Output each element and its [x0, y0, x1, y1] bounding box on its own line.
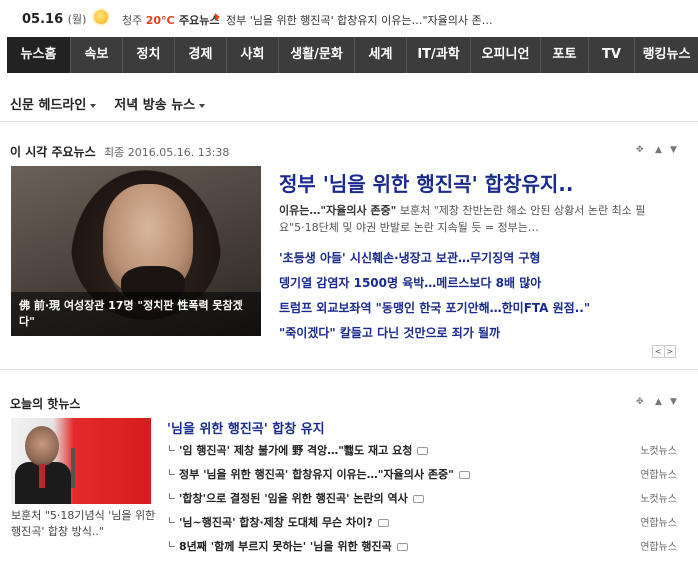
paper-headline-label: 신문 헤드라인: [10, 98, 87, 113]
ticker-arrow-icon: [215, 13, 220, 21]
camera-icon: [377, 519, 389, 527]
section-title-hot-news: 오늘의 핫뉴스: [10, 397, 81, 411]
bullet-icon: [169, 493, 175, 499]
nav-life-culture[interactable]: 생활/문화: [279, 37, 355, 73]
section-title-top-news: 이 시각 주요뉴스: [10, 145, 96, 159]
main-nav: 뉴스홈 속보 정치 경제 사회 생활/문화 세계 IT/과학 오피니언 포토 T…: [7, 37, 698, 73]
headline-list: '초등생 아들' 시신훼손·냉장고 보관…무기징역 구형 뎅기열 감염자 150…: [279, 250, 590, 350]
top-bar: 05.16 (월) 청주 20°C 주요뉴스 정부 '님을 위한 행진곡' 합창…: [0, 0, 698, 36]
divider: [0, 121, 698, 122]
camera-icon: [458, 471, 470, 479]
sub-nav: 신문 헤드라인 저녁 방송 뉴스: [10, 94, 206, 113]
headline-item[interactable]: 트럼프 외교보좌역 "동맹인 한국 포기안해…한미FTA 원점..": [279, 300, 590, 325]
photo-tie: [39, 464, 45, 488]
news-source: 연합뉴스: [640, 470, 677, 481]
nav-world[interactable]: 세계: [355, 37, 407, 73]
paper-headline-dropdown[interactable]: 신문 헤드라인: [10, 94, 97, 113]
camera-icon: [396, 543, 408, 551]
bullet-icon: [169, 469, 175, 475]
camera-icon: [417, 447, 429, 455]
camera-icon: [412, 495, 424, 503]
evening-news-label: 저녁 방송 뉴스: [114, 98, 196, 113]
nav-economy[interactable]: 경제: [175, 37, 227, 73]
pager-next-button[interactable]: >: [663, 346, 676, 357]
chevron-up-icon[interactable]: ▲: [655, 397, 662, 407]
headline-item[interactable]: 뎅기열 감염자 1500명 육박…메르스보다 8배 많아: [279, 275, 590, 300]
list-item-text: 8년째 '함께 부르지 못하는' '님을 위한 행진곡: [179, 540, 392, 553]
hot-photo-caption[interactable]: 보훈처 "5·18기념식 '님을 위한 행진곡' 합창 방식..": [11, 508, 156, 540]
bullet-icon: [169, 517, 175, 523]
main-photo-caption[interactable]: 佛 前·現 여성장관 17명 "정치판 性폭력 못참겠다": [11, 292, 261, 336]
nav-breaking[interactable]: 속보: [71, 37, 123, 73]
news-source: 연합뉴스: [640, 518, 677, 529]
main-summary[interactable]: 이유는…"자율의사 존중" 보훈처 "제창 찬반논란 해소 안된 상황서 논란 …: [279, 202, 679, 236]
list-item[interactable]: '합창'으로 결정된 '임을 위한 행진곡' 논란의 역사 노컷뉴스: [167, 490, 677, 514]
list-item-text: '합창'으로 결정된 '임을 위한 행진곡' 논란의 역사: [179, 492, 408, 505]
bullet-icon: [169, 541, 175, 547]
nav-tv[interactable]: TV: [589, 37, 635, 73]
nav-photo[interactable]: 포토: [541, 37, 589, 73]
list-item-text: 정부 '님을 위한 행진곡' 합창유지 이유는…"자율의사 존중": [179, 468, 454, 481]
nav-ranking[interactable]: 랭킹뉴스: [635, 37, 698, 73]
ticker-label: 주요뉴스: [179, 14, 220, 27]
nav-it-science[interactable]: IT/과학: [407, 37, 471, 73]
updated-time: 최종 2016.05.16. 13:38: [104, 146, 230, 159]
settings-icon[interactable]: ✥: [636, 145, 644, 155]
caret-down-icon: [199, 103, 206, 108]
pager-prev-button[interactable]: <: [653, 346, 664, 357]
summary-lead: 이유는…"자율의사 존중": [279, 204, 397, 217]
photo-person: [25, 426, 59, 466]
nav-news-home[interactable]: 뉴스홈: [7, 37, 71, 73]
bullet-icon: [169, 445, 175, 451]
settings-icon[interactable]: ✥: [636, 397, 644, 407]
nav-politics[interactable]: 정치: [123, 37, 175, 73]
photo-mic: [71, 448, 75, 488]
evening-news-dropdown[interactable]: 저녁 방송 뉴스: [114, 94, 206, 113]
nav-society[interactable]: 사회: [227, 37, 279, 73]
hot-news-title[interactable]: '님을 위한 행진곡' 합창 유지: [167, 418, 325, 437]
headline-item[interactable]: "죽이겠다" 칼들고 다닌 것만으로 죄가 될까: [279, 325, 590, 350]
weather-city: 청주: [122, 14, 143, 27]
news-source: 노컷뉴스: [640, 446, 677, 457]
sun-icon: [94, 10, 108, 24]
weather-info[interactable]: 청주 20°C: [122, 12, 175, 28]
news-source: 연합뉴스: [640, 542, 677, 553]
news-source: 노컷뉴스: [640, 494, 677, 505]
list-item[interactable]: '임 행진곡' 제창 불가에 野 격앙…"뾇도 재고 요청 노컷뉴스: [167, 442, 677, 466]
main-news-photo[interactable]: 佛 前·現 여성장관 17명 "정치판 性폭력 못참겠다": [11, 166, 261, 336]
weather-temp: 20°C: [145, 14, 175, 27]
headline-item[interactable]: '초등생 아들' 시신훼손·냉장고 보관…무기징역 구형: [279, 250, 590, 275]
ticker-headline[interactable]: 정부 '님을 위한 행진곡' 합창유지 이유는…"자율의사 존…: [226, 12, 493, 28]
pager: < >: [652, 345, 676, 358]
list-item-text: '임 행진곡' 제창 불가에 野 격앙…"뾇도 재고 요청: [179, 444, 413, 457]
list-item[interactable]: 8년째 '함께 부르지 못하는' '님을 위한 행진곡 연합뉴스: [167, 538, 677, 562]
chevron-down-icon[interactable]: ▼: [670, 397, 677, 407]
list-item[interactable]: 정부 '님을 위한 행진곡' 합창유지 이유는…"자율의사 존중" 연합뉴스: [167, 466, 677, 490]
hot-news-photo[interactable]: [11, 418, 151, 504]
nav-opinion[interactable]: 오피니언: [471, 37, 541, 73]
date-value: 05.16: [22, 12, 64, 27]
day-of-week: (월): [67, 13, 87, 26]
chevron-down-icon[interactable]: ▼: [670, 145, 677, 155]
main-headline[interactable]: 정부 '님을 위한 행진곡' 합창유지..: [279, 168, 574, 197]
date: 05.16 (월): [22, 11, 86, 27]
hot-news-list: '임 행진곡' 제창 불가에 野 격앙…"뾇도 재고 요청 노컷뉴스 정부 '님…: [167, 442, 677, 562]
list-item-text: '님~행진곡' 합창·제창 도대체 무슨 차이?: [179, 516, 373, 529]
list-item[interactable]: '님~행진곡' 합창·제창 도대체 무슨 차이? 연합뉴스: [167, 514, 677, 538]
caret-down-icon: [90, 103, 97, 108]
chevron-up-icon[interactable]: ▲: [655, 145, 662, 155]
divider: [0, 369, 698, 370]
